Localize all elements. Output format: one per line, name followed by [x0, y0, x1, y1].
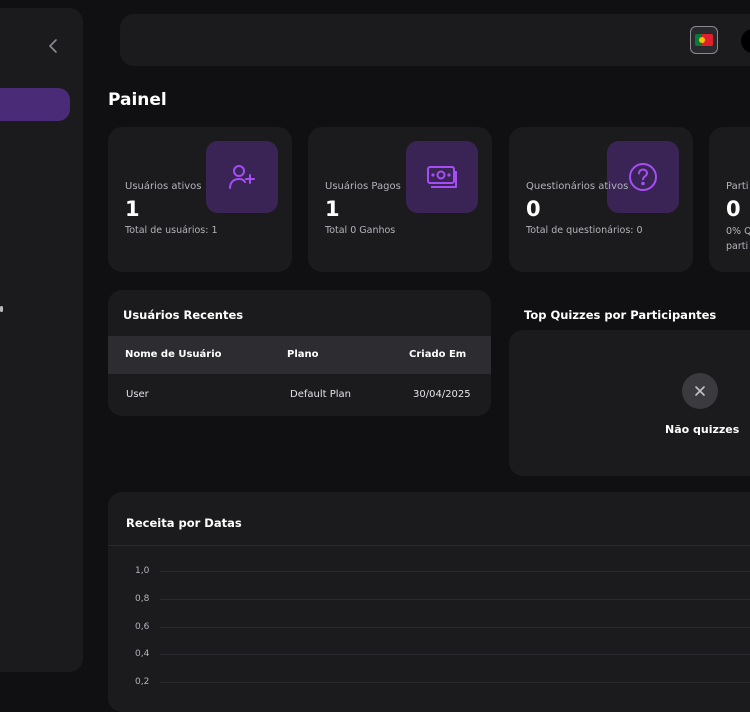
gridline: [160, 627, 750, 628]
stat-card-active-quizzes: Questionários ativos 0 Total de question…: [509, 127, 693, 272]
question-icon: [607, 141, 679, 213]
top-quizzes-panel: Não quizzes: [509, 330, 750, 476]
y-tick-label: 0,6: [135, 622, 149, 632]
top-bar: S: [120, 14, 750, 66]
stat-card-paid-users: Usuários Pagos 1 Total 0 Ganhos: [308, 127, 492, 272]
stat-value: 0: [526, 197, 541, 221]
gridline: [160, 654, 750, 655]
portugal-flag-icon: [695, 34, 713, 46]
gridline: [160, 571, 750, 572]
page-title: Painel: [108, 90, 167, 110]
stat-label: Usuários Pagos: [325, 181, 401, 192]
stat-value: 1: [325, 197, 340, 221]
stat-subtext: Total de questionários: 0: [526, 225, 643, 236]
sidebar-item-active[interactable]: [0, 88, 70, 121]
panel-title: Top Quizzes por Participantes: [524, 308, 716, 322]
table-row[interactable]: User Default Plan 30/04/2025: [108, 374, 491, 416]
stat-subtext: Total 0 Ganhos: [325, 225, 395, 236]
gridline: [160, 599, 750, 600]
gridline: [160, 682, 750, 683]
empty-state-text: Não quizzes: [665, 423, 739, 436]
stat-subtext: Total de usuários: 1: [125, 225, 218, 236]
stat-label: Usuários ativos: [125, 181, 201, 192]
column-header[interactable]: Nome de Usuário: [125, 349, 222, 360]
user-plus-icon: [206, 141, 278, 213]
cell-plan: Default Plan: [290, 389, 351, 400]
money-icon: [406, 141, 478, 213]
cell-username: User: [126, 389, 149, 400]
revenue-panel: Receita por Datas 1,0 0,8 0,6 0,4 0,2: [108, 492, 750, 712]
stat-value: 0: [726, 197, 741, 221]
column-header[interactable]: Plano: [287, 349, 319, 360]
user-avatar[interactable]: S: [741, 29, 750, 53]
table-header: Nome de Usuário Plano Criado Em: [108, 336, 491, 374]
divider: [108, 545, 750, 546]
y-tick-label: 0,2: [135, 677, 149, 687]
sidebar-item-marker: [0, 306, 3, 312]
stat-label: Parti: [726, 181, 749, 192]
y-tick-label: 0,4: [135, 649, 149, 659]
stat-label: Questionários ativos: [526, 181, 628, 192]
stat-subtext: 0% Q parti: [726, 224, 750, 254]
chevron-left-icon[interactable]: [48, 38, 64, 56]
y-tick-label: 0,8: [135, 594, 149, 604]
recent-users-panel: Usuários Recentes Nome de Usuário Plano …: [108, 290, 491, 416]
stat-card-active-users: Usuários ativos 1 Total de usuários: 1: [108, 127, 292, 272]
cell-created: 30/04/2025: [413, 389, 471, 400]
stat-card-participants: Parti 0 0% Q parti: [709, 127, 750, 272]
panel-title: Usuários Recentes: [123, 308, 243, 322]
column-header[interactable]: Criado Em: [409, 349, 466, 360]
y-tick-label: 1,0: [135, 566, 149, 576]
language-flag-button[interactable]: [690, 26, 718, 54]
close-icon: [682, 373, 718, 409]
panel-title: Receita por Datas: [126, 516, 242, 530]
stat-value: 1: [125, 197, 140, 221]
sidebar: [0, 8, 83, 672]
